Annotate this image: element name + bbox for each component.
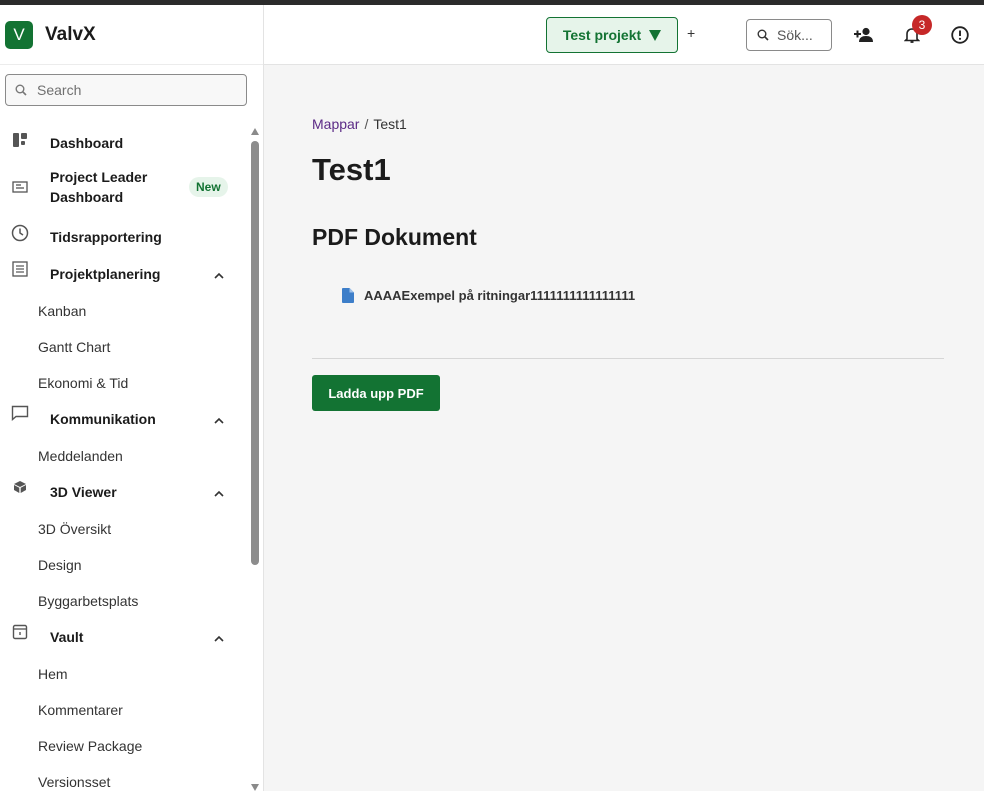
breadcrumb: Mappar / Test1 [312,116,407,132]
section-title: PDF Dokument [312,224,477,250]
sidebar-subitem-versionsset[interactable]: Versionsset [38,774,110,790]
sidebar-item-vault[interactable]: Vault [0,624,248,647]
divider [312,358,944,359]
sidebar-item-project-leader-dashboard[interactable]: Project Leader Dashboard New [0,167,248,207]
header-search[interactable] [746,19,832,51]
sidebar-subitem-kommentarer[interactable]: Kommentarer [38,702,123,718]
chevron-up-icon[interactable] [212,413,226,427]
leader-dashboard-icon [11,178,29,196]
header-search-input[interactable] [777,27,825,43]
cube-icon [11,478,29,496]
sidebar-subitem-3d-oversikt[interactable]: 3D Översikt [38,521,111,537]
top-header: Test projekt + 3 [264,5,984,65]
sidebar-subitem-byggarbetsplats[interactable]: Byggarbetsplats [38,593,138,609]
scroll-down-arrow-icon[interactable] [251,784,259,791]
scrollbar-thumb[interactable] [251,141,259,565]
sidebar-subitem-review-package[interactable]: Review Package [38,738,142,754]
pdf-file-icon [342,288,354,303]
chevron-up-icon[interactable] [212,631,226,645]
vault-icon [11,623,29,641]
scroll-up-arrow-icon[interactable] [251,128,259,135]
breadcrumb-link-mappar[interactable]: Mappar [312,116,359,132]
breadcrumb-separator: / [364,116,369,132]
sidebar-subitem-design[interactable]: Design [38,557,82,573]
new-badge: New [189,177,228,197]
sidebar-subitem-gantt-chart[interactable]: Gantt Chart [38,339,110,355]
project-selector-button[interactable]: Test projekt [546,17,678,53]
sidebar: V ValvX Dashboard Project Leader Dashboa… [0,5,264,791]
search-icon [757,29,769,41]
upload-pdf-button[interactable]: Ladda upp PDF [312,375,440,411]
sidebar-scrollbar[interactable] [249,125,261,791]
clock-icon [11,224,29,242]
sidebar-item-label: Projektplanering [50,266,161,282]
alert-circle-icon [951,26,969,44]
app-logo[interactable]: V [5,20,33,49]
sidebar-item-label: Dashboard [50,135,124,151]
sidebar-item-label: Tidsrapportering [50,229,162,245]
sidebar-subitem-ekonomi-tid[interactable]: Ekonomi & Tid [38,375,128,391]
document-item[interactable]: AAAAExempel på ritningar1111111111111111 [342,288,635,303]
caret-down-icon [649,29,662,41]
chevron-up-icon[interactable] [212,486,226,500]
brand: V ValvX [0,5,263,65]
breadcrumb-current: Test1 [373,116,407,132]
page-title: Test1 [312,152,391,187]
sidebar-item-label: Kommunikation [50,411,156,427]
sidebar-search[interactable] [5,74,247,106]
search-icon [15,84,27,96]
notification-count-badge: 3 [912,15,932,35]
main-content: Mappar / Test1 Test1 PDF Dokument AAAAExem… [264,65,984,791]
sidebar-item-label: Project Leader Dashboard [50,169,148,205]
add-user-icon [854,27,873,42]
chat-icon [11,404,29,422]
add-project-button[interactable]: + [687,25,695,41]
info-button[interactable] [948,23,972,47]
app-name[interactable]: ValvX [45,24,96,46]
sidebar-subitem-kanban[interactable]: Kanban [38,303,86,319]
sidebar-item-projektplanering[interactable]: Projektplanering [0,261,248,284]
chevron-up-icon[interactable] [212,268,226,282]
sidebar-search-input[interactable] [37,82,227,98]
sidebar-item-3d-viewer[interactable]: 3D Viewer [0,481,248,502]
sidebar-subitem-meddelanden[interactable]: Meddelanden [38,448,123,464]
add-user-button[interactable] [852,23,876,47]
sidebar-item-tidsrapportering[interactable]: Tidsrapportering [0,224,248,247]
project-selector-label: Test projekt [562,27,642,43]
dashboard-icon [11,131,29,149]
sidebar-subitem-hem[interactable]: Hem [38,666,68,682]
sidebar-item-label: Vault [50,629,84,645]
sidebar-item-kommunikation[interactable]: Kommunikation [0,405,248,429]
sidebar-item-label: 3D Viewer [50,484,117,500]
sidebar-item-dashboard[interactable]: Dashboard [0,133,248,153]
document-name: AAAAExempel på ritningar1111111111111111 [364,288,636,303]
list-icon [11,260,29,278]
